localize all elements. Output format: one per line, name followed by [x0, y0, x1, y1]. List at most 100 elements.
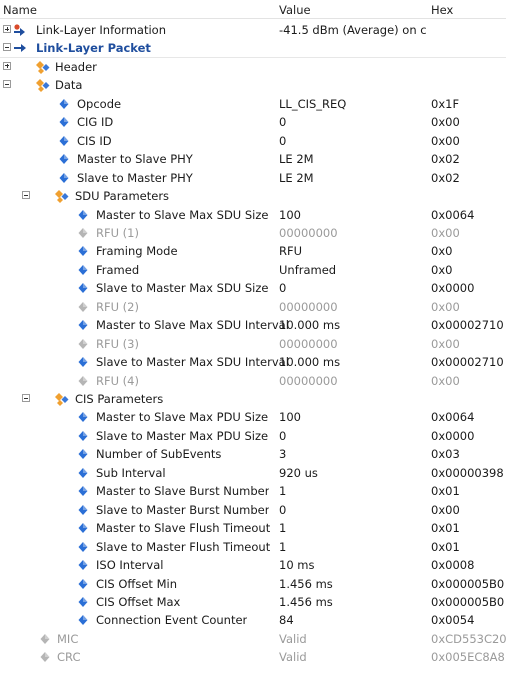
group-icon [55, 189, 69, 204]
field-value: 1.456 ms [279, 576, 333, 591]
field-name: Slave to Master Max PDU Size [96, 428, 269, 443]
tree-row[interactable]: Slave to Master Max SDU Interval 10.000 m… [0, 353, 506, 371]
rfu-icon [76, 226, 90, 240]
expand-toggle[interactable] [3, 25, 11, 33]
tree-row[interactable]: Link-Layer Information -41.5 dBm (Average… [0, 21, 506, 39]
field-icon [76, 540, 90, 554]
field-icon [76, 484, 90, 498]
tree-row[interactable]: Slave to Master Max SDU Size 0 0x0000 [0, 279, 506, 297]
field-name: Framing Mode [96, 244, 178, 259]
field-hex: 0x00 [431, 373, 460, 388]
field-value: 10 ms [279, 558, 315, 573]
tree-row[interactable]: CIS Offset Max 1.456 ms 0x000005B0 [0, 593, 506, 611]
field-value: LL_CIS_REQ [279, 96, 347, 111]
field-hex: 0x00 [431, 502, 460, 517]
field-value: Unframed [279, 262, 337, 277]
collapse-toggle[interactable] [3, 43, 11, 52]
field-value: 100 [279, 207, 301, 222]
tree-row[interactable]: CIG ID 0 0x00 [0, 113, 506, 131]
column-hex-header[interactable]: Hex [431, 3, 453, 17]
tree-row[interactable]: RFU (1) 00000000 0x00 [0, 224, 506, 242]
tree-row[interactable]: Slave to Master Flush Timeout 1 0x01 [0, 538, 506, 556]
field-value: Valid [279, 650, 307, 665]
field-name: Slave to Master Max SDU Size [96, 281, 269, 296]
field-value: 0 [279, 428, 287, 443]
expand-toggle[interactable] [3, 61, 11, 70]
collapse-toggle[interactable] [3, 80, 11, 89]
tree-row[interactable]: Master to Slave Burst Number 1 0x01 [0, 482, 506, 500]
tree-row[interactable]: SDU Parameters [0, 187, 506, 205]
column-value-header[interactable]: Value [279, 3, 311, 17]
field-name: Master to Slave Max SDU Size [96, 207, 269, 222]
field-name: RFU (2) [96, 299, 139, 314]
tree-row[interactable]: RFU (4) 00000000 0x00 [0, 372, 506, 390]
field-name: Header [55, 59, 97, 74]
field-name: Master to Slave Burst Number [96, 484, 270, 499]
field-name: CRC [57, 650, 81, 665]
tree-row[interactable]: Master to Slave Max SDU Size 100 0x0064 [0, 206, 506, 224]
field-icon [57, 134, 71, 148]
field-hex: 0x01 [431, 484, 460, 499]
tree-row[interactable]: Master to Slave PHY LE 2M 0x02 [0, 150, 506, 168]
field-hex: 0x01 [431, 539, 460, 554]
field-value: 0 [279, 281, 287, 296]
info-arrow-icon [13, 23, 27, 37]
tree-row[interactable]: Opcode LL_CIS_REQ 0x1F [0, 95, 506, 113]
tree-row[interactable]: MIC Valid 0xCD553C20 [0, 630, 506, 648]
tree-row[interactable]: Number of SubEvents 3 0x03 [0, 445, 506, 463]
tree-row[interactable]: CRC Valid 0x005EC8A8 [0, 648, 506, 666]
field-value: 0 [279, 502, 287, 517]
field-name: Connection Event Counter [96, 613, 248, 628]
tree-row[interactable]: CIS ID 0 0x00 [0, 132, 506, 150]
field-hex: 0x0008 [431, 558, 475, 573]
rfu-icon [76, 300, 90, 314]
tree-row[interactable]: Framed Unframed 0x0 [0, 261, 506, 279]
field-hex: 0x00 [431, 115, 460, 130]
field-name: Link-Layer Information [36, 23, 166, 37]
tree-row[interactable]: Master to Slave Flush Timeout 1 0x01 [0, 519, 506, 537]
field-icon [57, 115, 71, 129]
tree-row[interactable]: Connection Event Counter 84 0x0054 [0, 611, 506, 629]
field-hex: 0x02 [431, 170, 460, 185]
field-hex: 0x0000 [431, 281, 475, 296]
tree-row[interactable]: Master to Slave Max SDU Interval 10.000 m… [0, 316, 506, 334]
field-name: Master to Slave Max SDU Interval [96, 318, 289, 333]
tree-row[interactable]: Header [0, 58, 506, 76]
collapse-toggle[interactable] [22, 394, 30, 402]
tree-row[interactable]: Sub Interval 920 us 0x00000398 [0, 464, 506, 482]
column-name-header[interactable]: Name [3, 3, 37, 17]
tree-row[interactable]: CIS Parameters [0, 390, 506, 408]
field-icon [76, 503, 90, 517]
tree-row[interactable]: ISO Interval 10 ms 0x0008 [0, 556, 506, 574]
tree-row[interactable]: RFU (2) 00000000 0x00 [0, 298, 506, 316]
field-hex: 0x02 [431, 152, 460, 167]
tree-row[interactable]: Framing Mode RFU 0x0 [0, 242, 506, 260]
field-icon [76, 429, 90, 443]
field-hex: 0x00 [431, 225, 460, 240]
field-icon [76, 613, 90, 627]
field-name: Number of SubEvents [96, 447, 222, 462]
tree-row[interactable]: Slave to Master Max PDU Size 0 0x0000 [0, 427, 506, 445]
field-value: 0 [279, 115, 287, 130]
rfu-icon [76, 337, 90, 351]
tree-row[interactable]: Master to Slave Max PDU Size 100 0x0064 [0, 408, 506, 426]
tree-row[interactable]: Slave to Master Burst Number 0 0x00 [0, 501, 506, 519]
field-icon [57, 171, 71, 185]
collapse-toggle[interactable] [22, 191, 30, 200]
tree-row[interactable]: Slave to Master PHY LE 2M 0x02 [0, 169, 506, 187]
field-icon [76, 263, 90, 277]
field-hex: 0x000005B0 [431, 576, 505, 591]
tree-row[interactable]: Link-Layer Packet [0, 39, 506, 59]
field-value: 10.000 ms [279, 318, 341, 333]
field-hex: 0x1F [431, 96, 460, 111]
field-value: 00000000 [279, 373, 338, 388]
tree-row[interactable]: CIS Offset Min 1.456 ms 0x000005B0 [0, 575, 506, 593]
field-hex: 0x0 [431, 262, 453, 277]
field-value: 1.456 ms [279, 594, 333, 609]
tree-row[interactable]: Data [0, 76, 506, 94]
field-value: 10.000 ms [279, 355, 341, 370]
rfu-icon [76, 374, 90, 388]
tree-row[interactable]: RFU (3) 00000000 0x00 [0, 335, 506, 353]
group-icon [36, 60, 50, 74]
field-hex: 0x01 [431, 521, 460, 536]
